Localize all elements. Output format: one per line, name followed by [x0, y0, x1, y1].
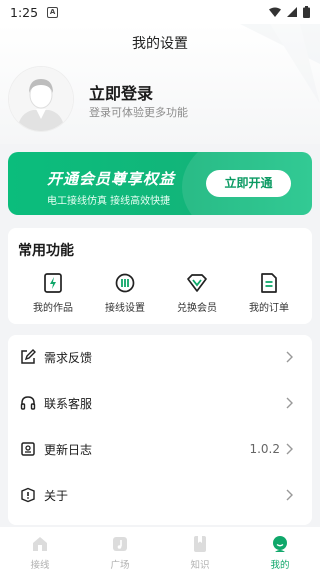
- status-bar: 1:25 A: [0, 0, 320, 24]
- functions-title: 常用功能: [18, 243, 74, 259]
- order-list-icon: [261, 273, 277, 293]
- wiring-settings-button[interactable]: 接线设置: [90, 272, 160, 318]
- chevron-right-icon: [286, 351, 293, 363]
- login-subtitle: 登录可体验更多功能: [89, 106, 188, 119]
- bookmark-icon: [194, 536, 206, 552]
- vip-title: 开通会员尊享权益: [47, 170, 176, 188]
- page-title: 我的设置: [132, 36, 188, 52]
- circuit-icon: [115, 273, 135, 293]
- wifi-icon: [269, 7, 281, 17]
- func-label: 我的作品: [33, 303, 73, 314]
- login-title[interactable]: 立即登录: [89, 80, 153, 104]
- tab-label: 广场: [110, 560, 130, 571]
- version-value: 1.0.2: [249, 442, 280, 456]
- my-works-button[interactable]: 我的作品: [18, 272, 88, 318]
- tab-label: 接线: [30, 560, 50, 571]
- chevron-right-icon: [286, 397, 293, 409]
- settings-menu-card: 需求反馈 联系客服 更新日志 1.0.2 关于: [8, 335, 312, 525]
- tab-wiring[interactable]: 接线: [0, 527, 80, 573]
- about-row[interactable]: 关于: [8, 473, 312, 517]
- tab-square[interactable]: 广场: [80, 527, 160, 573]
- func-label: 我的订单: [249, 303, 289, 314]
- redeem-vip-button[interactable]: 兑换会员: [162, 272, 232, 318]
- chevron-right-icon: [286, 489, 293, 501]
- signal-icon: [287, 7, 297, 17]
- chevron-right-icon: [286, 443, 293, 455]
- open-vip-button[interactable]: 立即开通: [206, 170, 291, 197]
- my-orders-button[interactable]: 我的订单: [234, 272, 304, 318]
- tab-knowledge[interactable]: 知识: [160, 527, 240, 573]
- menu-label: 更新日志: [44, 442, 93, 457]
- diamond-icon: [187, 274, 207, 292]
- home-icon: [33, 537, 47, 551]
- status-time: 1:25: [10, 4, 39, 20]
- bottom-tab-bar: 接线 广场 知识 我的: [0, 527, 320, 573]
- default-avatar-icon: [9, 67, 73, 131]
- menu-label: 关于: [44, 488, 69, 503]
- tab-label: 我的: [270, 560, 290, 571]
- music-note-icon: [113, 537, 127, 551]
- func-label: 接线设置: [105, 303, 145, 314]
- menu-label: 需求反馈: [44, 350, 93, 365]
- menu-label: 联系客服: [44, 396, 93, 411]
- edit-icon: [21, 349, 36, 364]
- avatar[interactable]: [9, 67, 73, 131]
- profile-icon: [273, 536, 287, 552]
- info-icon: [21, 487, 35, 503]
- changelog-row[interactable]: 更新日志 1.0.2: [8, 427, 312, 471]
- headset-icon: [20, 396, 36, 410]
- func-label: 兑换会员: [177, 303, 217, 314]
- customer-service-row[interactable]: 联系客服: [8, 381, 312, 425]
- feedback-row[interactable]: 需求反馈: [8, 335, 312, 379]
- battery-icon: [303, 6, 310, 18]
- status-indicators: [269, 6, 310, 18]
- lightning-doc-icon: [44, 273, 62, 293]
- notification-icon: A: [47, 6, 59, 18]
- tab-label: 知识: [190, 560, 210, 571]
- vip-subtitle: 电工接线仿真 接线高效快捷: [47, 196, 171, 207]
- log-icon: [21, 442, 35, 456]
- tab-mine[interactable]: 我的: [240, 527, 320, 573]
- common-functions-card: 常用功能 我的作品 接线设置 兑换会员 我的订单: [8, 228, 312, 324]
